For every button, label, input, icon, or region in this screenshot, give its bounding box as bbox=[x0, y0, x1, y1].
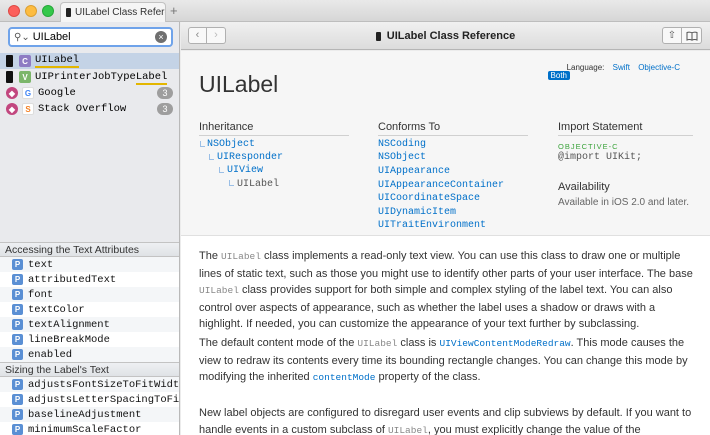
overview-paragraph-1: The UILabel class implements a read-only… bbox=[199, 250, 693, 330]
page-title-text: UILabel Class Reference bbox=[386, 30, 516, 42]
language-both-button[interactable]: Both bbox=[547, 71, 570, 80]
language-objc-link[interactable]: Objective-C bbox=[638, 63, 680, 72]
result-label: Google bbox=[38, 87, 76, 99]
property-icon: P bbox=[12, 259, 23, 270]
doc-title: UILabel bbox=[199, 71, 279, 97]
zoom-window-button[interactable] bbox=[42, 5, 54, 17]
google-icon: G bbox=[22, 87, 34, 99]
property-icon: P bbox=[12, 319, 23, 330]
bookmark-button[interactable] bbox=[682, 27, 702, 44]
property-icon: P bbox=[12, 349, 23, 360]
conforms-uicoordinatespace-link[interactable]: UICoordinateSpace bbox=[378, 193, 480, 204]
result-stack-overflow[interactable]: ◆ S Stack Overflow 3 bbox=[0, 101, 179, 117]
book-icon bbox=[686, 31, 697, 41]
toc-item-textcolor[interactable]: PtextColor bbox=[0, 302, 179, 317]
conforms-nsobject-link[interactable]: NSObject bbox=[378, 152, 426, 163]
language-selector: Language: Swift Objective-C bbox=[567, 63, 680, 72]
variable-icon: V bbox=[19, 71, 31, 83]
toolbar-actions: ⇧ bbox=[662, 27, 702, 44]
property-icon: P bbox=[12, 379, 23, 390]
close-window-button[interactable] bbox=[8, 5, 20, 17]
stack-overflow-icon: S bbox=[22, 103, 34, 115]
toc-section-header: Sizing the Label's Text bbox=[0, 362, 179, 377]
import-language: OBJECTIVE-C bbox=[558, 142, 619, 151]
toc-item-baselineadjustment[interactable]: PbaselineAdjustment bbox=[0, 407, 179, 422]
result-google[interactable]: ◆ G Google 3 bbox=[0, 85, 179, 101]
property-icon: P bbox=[12, 394, 23, 405]
sidebar: ⚲⌄ × C UILabel V UIPrinterJobTypeLabel ◆… bbox=[0, 22, 180, 435]
phone-icon bbox=[6, 55, 13, 67]
toc-item-attributedtext[interactable]: PattributedText bbox=[0, 272, 179, 287]
conforms-uiappearancecontainer-link[interactable]: UIAppearanceContainer bbox=[378, 180, 504, 191]
availability-text: Available in iOS 2.0 and later. bbox=[558, 197, 690, 208]
search-results: C UILabel V UIPrinterJobTypeLabel ◆ G Go… bbox=[0, 53, 179, 117]
result-count-badge: 3 bbox=[157, 103, 173, 115]
window-titlebar: UILabel Class Refere + bbox=[0, 0, 710, 22]
conforms-uidynamicitem-link[interactable]: UIDynamicItem bbox=[378, 207, 456, 218]
property-icon: P bbox=[12, 304, 23, 315]
overview-paragraph-2: The default content mode of the UILabel … bbox=[199, 337, 688, 383]
result-label: UILabel bbox=[35, 54, 80, 68]
conforms-heading: Conforms To bbox=[378, 121, 528, 136]
toc-item-text[interactable]: Ptext bbox=[0, 257, 179, 272]
toc-item-enabled[interactable]: Penabled bbox=[0, 347, 179, 362]
property-icon: P bbox=[12, 274, 23, 285]
result-label: UIPrinterJobTypeLabel bbox=[35, 71, 168, 85]
clear-search-icon[interactable]: × bbox=[155, 31, 167, 43]
property-icon: P bbox=[12, 334, 23, 345]
overview-paragraph-3: New label objects are configured to disr… bbox=[199, 407, 692, 435]
toc-section-header: Accessing the Text Attributes bbox=[0, 242, 179, 257]
toc-item-textalignment[interactable]: PtextAlignment bbox=[0, 317, 179, 332]
share-button[interactable]: ⇧ bbox=[662, 27, 682, 44]
result-uilabel[interactable]: C UILabel bbox=[0, 53, 179, 69]
search-field[interactable]: ⚲⌄ × bbox=[8, 27, 173, 47]
property-icon: P bbox=[12, 289, 23, 300]
tab-title: UILabel Class Refere bbox=[75, 7, 166, 18]
property-icon: P bbox=[12, 424, 23, 435]
phone-icon bbox=[66, 8, 71, 17]
toc-item-adjustsletterspacing[interactable]: PadjustsLetterSpacingToFitWi… bbox=[0, 392, 179, 407]
minimize-window-button[interactable] bbox=[25, 5, 37, 17]
doc-content: Language: Swift Objective-C Both UILabel… bbox=[181, 51, 710, 435]
language-label: Language: bbox=[566, 63, 605, 72]
availability-heading: Availability bbox=[558, 181, 610, 193]
result-count-badge: 3 bbox=[157, 87, 173, 99]
conforms-uiappearance-link[interactable]: UIAppearance bbox=[378, 166, 450, 177]
dash-icon: ◆ bbox=[6, 87, 18, 99]
inheritance-uiresponder-link[interactable]: UIResponder bbox=[217, 152, 283, 163]
property-icon: P bbox=[12, 409, 23, 420]
class-icon: C bbox=[19, 55, 31, 67]
content-mode-redraw-link[interactable]: UIViewContentModeRedraw bbox=[440, 338, 571, 349]
result-label: Stack Overflow bbox=[38, 103, 127, 115]
search-icon: ⚲⌄ bbox=[14, 31, 30, 43]
result-uiprinterjobtypelabel[interactable]: V UIPrinterJobTypeLabel bbox=[0, 69, 179, 85]
search-input[interactable] bbox=[32, 31, 148, 43]
language-swift-link[interactable]: Swift bbox=[613, 63, 630, 72]
phone-icon bbox=[6, 71, 13, 83]
inheritance-nsobject-link[interactable]: NSObject bbox=[207, 139, 255, 150]
content-mode-link[interactable]: contentMode bbox=[313, 372, 376, 383]
page-title: UILabel Class Reference bbox=[181, 30, 710, 42]
phone-icon bbox=[375, 31, 381, 41]
toc-section-items: PadjustsFontSizeToFitWidth PadjustsLette… bbox=[0, 377, 179, 435]
toc-item-minimumscalefactor[interactable]: PminimumScaleFactor bbox=[0, 422, 179, 435]
toc-item-font[interactable]: Pfont bbox=[0, 287, 179, 302]
import-statement: @import UIKit; bbox=[558, 152, 643, 163]
inheritance-uiview-link[interactable]: UIView bbox=[227, 165, 263, 176]
dash-icon: ◆ bbox=[6, 103, 18, 115]
toc-item-linebreakmode[interactable]: PlineBreakMode bbox=[0, 332, 179, 347]
inheritance-heading: Inheritance bbox=[199, 121, 349, 136]
import-heading: Import Statement bbox=[558, 121, 693, 136]
table-of-contents: Accessing the Text Attributes Ptext Patt… bbox=[0, 242, 179, 435]
new-tab-button[interactable]: + bbox=[170, 3, 178, 18]
conforms-uitraitenvironment-link[interactable]: UITraitEnvironment bbox=[378, 220, 486, 228]
toc-section-items: Ptext PattributedText Pfont PtextColor P… bbox=[0, 257, 179, 362]
conforms-nscoding-link[interactable]: NSCoding bbox=[378, 139, 426, 150]
tab-uilabel[interactable]: UILabel Class Refere bbox=[60, 2, 166, 22]
inheritance-uilabel: UILabel bbox=[237, 179, 280, 190]
doc-toolbar: ‹ › UILabel Class Reference ⇧ bbox=[181, 22, 710, 50]
toc-item-adjustsfontsizetofitwidth[interactable]: PadjustsFontSizeToFitWidth bbox=[0, 377, 179, 392]
